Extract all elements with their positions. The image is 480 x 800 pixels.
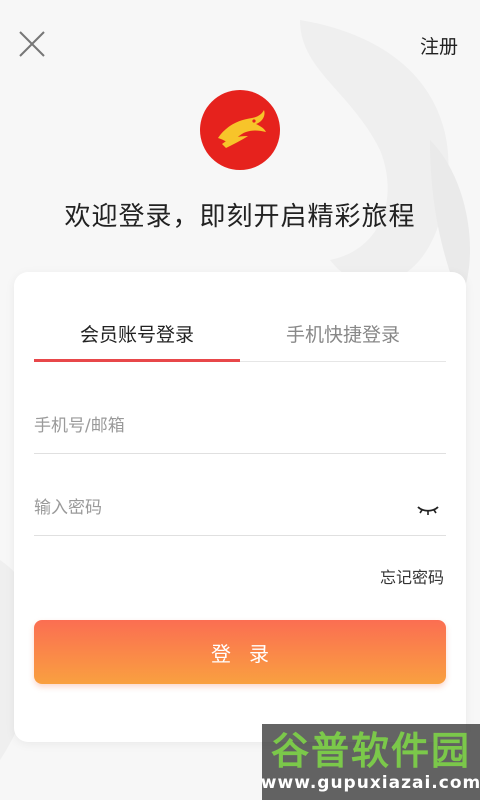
login-button[interactable]: 登录 [34, 620, 446, 684]
account-input[interactable] [34, 400, 394, 452]
welcome-title: 欢迎登录，即刻开启精彩旅程 [64, 202, 416, 232]
eye-closed-icon[interactable] [416, 499, 440, 519]
watermark-title: 谷普软件园 [270, 729, 471, 773]
login-tabs: 会员账号登录 手机快捷登录 [34, 308, 446, 362]
close-icon[interactable] [16, 28, 48, 60]
tab-member-account[interactable]: 会员账号登录 [34, 308, 240, 362]
watermark: 谷普软件园 www.gupuxiazai.com [260, 724, 480, 800]
tab-phone-quick[interactable]: 手机快捷登录 [240, 308, 446, 361]
register-link[interactable]: 注册 [420, 32, 458, 59]
login-card: 会员账号登录 手机快捷登录 忘记密码 登录 [14, 272, 466, 742]
watermark-url: www.gupuxiazai.com [260, 773, 480, 793]
password-input[interactable] [34, 482, 394, 534]
account-field [34, 400, 446, 454]
password-field [34, 482, 446, 536]
dragon-logo-icon [200, 90, 280, 170]
forgot-password-link[interactable]: 忘记密码 [380, 564, 444, 588]
top-bar: 注册 [0, 0, 480, 90]
